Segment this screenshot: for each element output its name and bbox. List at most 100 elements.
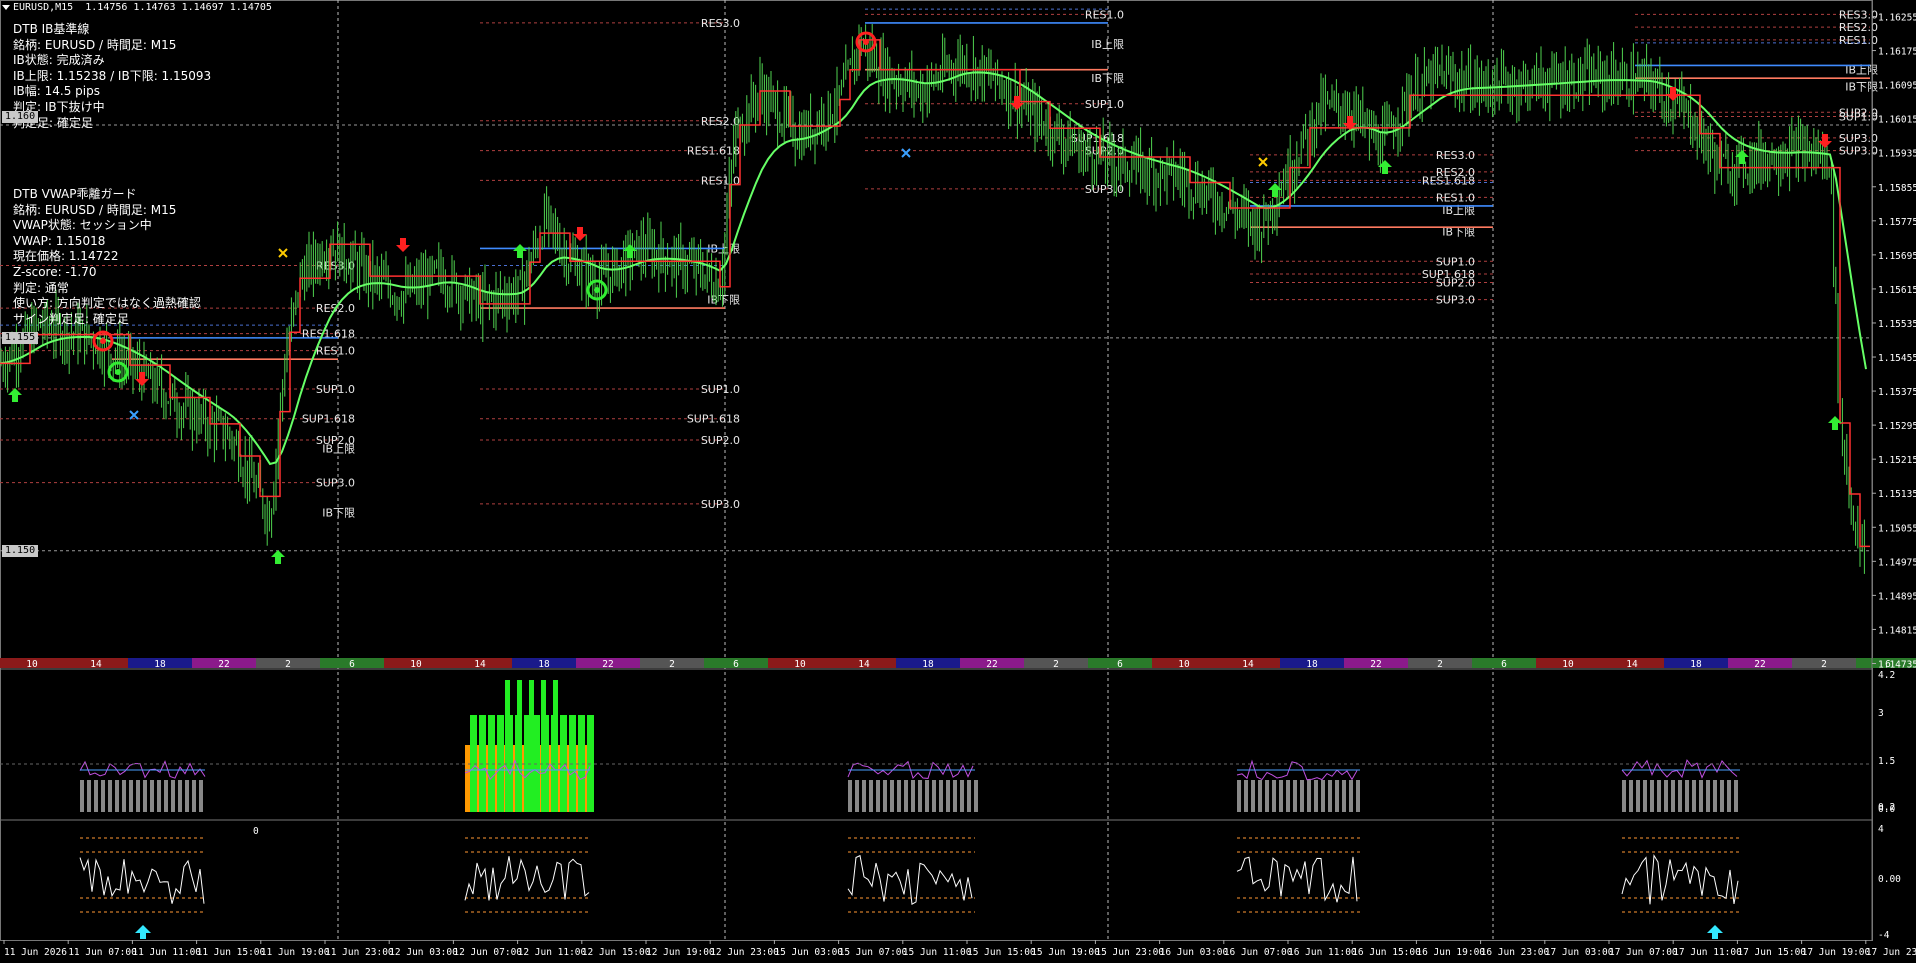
price-tick-label: 1.15375 bbox=[1878, 387, 1916, 398]
ib-panel-mode: 判定足: 確定足 bbox=[13, 115, 93, 130]
histogram-bar bbox=[1643, 780, 1647, 812]
hour-label: 6 bbox=[1501, 659, 1507, 670]
price-tick-label: 1.15295 bbox=[1878, 421, 1916, 432]
histogram-bar bbox=[925, 780, 929, 812]
wheel-hub-icon bbox=[863, 39, 869, 45]
vwap-panel-status: VWAP状態: セッション中 bbox=[13, 218, 152, 233]
hour-label: 18 bbox=[1690, 659, 1702, 670]
price-tick-label: 1.16015 bbox=[1878, 115, 1916, 126]
time-tick-label: 16 Jun 19:00 bbox=[1416, 947, 1485, 958]
histogram-bar bbox=[108, 780, 112, 812]
histogram-bar bbox=[848, 780, 852, 812]
price-tick-label: 1.14895 bbox=[1878, 591, 1916, 602]
ib-panel-judge: 判定: IB下抜け中 bbox=[13, 99, 105, 114]
symbol-label: EURUSD,M15 bbox=[13, 2, 74, 13]
price-tick-label: 1.15055 bbox=[1878, 523, 1916, 534]
sub1-axis-label: 4.2 bbox=[1878, 670, 1895, 681]
sub-window-histogram[interactable] bbox=[0, 680, 1872, 812]
time-tick-label: 16 Jun 15:00 bbox=[1352, 947, 1421, 958]
level-label: SUP2.0 bbox=[701, 434, 740, 447]
time-tick-label: 15 Jun 03:00 bbox=[774, 947, 843, 958]
histogram-bar bbox=[918, 780, 922, 812]
hour-label: 14 bbox=[1242, 659, 1254, 670]
level-label: RES1.0 bbox=[1436, 191, 1475, 204]
ib-info-panel: DTB IB基準線 銘柄: EURUSD / 時間足: M15 IB状態: 完成… bbox=[13, 22, 211, 131]
up-arrow-icon bbox=[8, 388, 22, 402]
time-tick-label: 11 Jun 11:00 bbox=[132, 947, 201, 958]
histogram-bar bbox=[185, 780, 189, 812]
histogram-bar bbox=[129, 780, 133, 812]
price-axis[interactable]: 1.16255 1.16175 1.16095 1.16015 1.15935 1.158… bbox=[1871, 0, 1916, 941]
histogram-bar bbox=[136, 780, 140, 812]
vwap-panel-sign: サイン判定足: 確定足 bbox=[13, 311, 129, 326]
price-marker-box: 1.155 bbox=[2, 331, 39, 344]
sub2-label: 0 bbox=[253, 826, 259, 837]
ib-panel-width: IB幅: 14.5 pips bbox=[13, 84, 100, 99]
histogram-bar bbox=[1720, 780, 1724, 812]
histogram-bar bbox=[553, 680, 558, 812]
cross-icon bbox=[901, 148, 911, 158]
time-tick-label: 11 Jun 15:00 bbox=[197, 947, 266, 958]
hour-label: 22 bbox=[986, 659, 997, 670]
histogram-bar bbox=[1650, 780, 1654, 812]
histogram-bar bbox=[1272, 780, 1276, 812]
sub2-axis-label: -4 bbox=[1878, 930, 1890, 941]
level-label: IB下限 bbox=[1091, 72, 1124, 85]
vwap-panel-zscore: Z-score: -1.70 bbox=[13, 264, 97, 279]
level-label: IB下限 bbox=[1845, 81, 1878, 94]
price-tick-label: 1.15535 bbox=[1878, 319, 1916, 330]
price-tick-label: 1.15695 bbox=[1878, 251, 1916, 262]
histogram-bar bbox=[1699, 780, 1703, 812]
vwap-panel-vwap: VWAP: 1.15018 bbox=[13, 233, 106, 248]
time-tick-label: 16 Jun 07:00 bbox=[1224, 947, 1293, 958]
level-label: IB上限 bbox=[1091, 38, 1124, 51]
histogram-bar bbox=[862, 780, 866, 812]
wheel-hub-icon bbox=[100, 338, 106, 344]
cross-icon bbox=[1258, 157, 1268, 167]
level-label: RES3.0 bbox=[1436, 149, 1475, 162]
hour-label: 22 bbox=[1370, 659, 1381, 670]
hour-label: 22 bbox=[602, 659, 613, 670]
hour-label: 10 bbox=[794, 659, 806, 670]
histogram-bar bbox=[1636, 780, 1640, 812]
histogram-bar bbox=[967, 780, 971, 812]
sub1-axis-label: 3 bbox=[1878, 708, 1884, 719]
hour-label: 22 bbox=[1754, 659, 1765, 670]
price-tick-label: 1.15215 bbox=[1878, 455, 1916, 466]
histogram-bar bbox=[1307, 780, 1311, 812]
chart-frame bbox=[0, 0, 1873, 941]
ohlc-values: 1.14756 1.14763 1.14697 1.14705 bbox=[85, 2, 272, 13]
signal-marks bbox=[8, 31, 1842, 564]
level-label: SUP2.0 bbox=[1436, 277, 1475, 290]
time-tick-label: 17 Jun 07:00 bbox=[1609, 947, 1678, 958]
time-axis[interactable]: 11 Jun 2026 11 Jun 07:0011 Jun 11:0011 Ju… bbox=[3, 940, 1916, 958]
trading-chart[interactable]: RES3.0 RES2.0 RES1.618 RES1.0 IB上限 IB下限 SUP1.0… bbox=[0, 0, 1916, 963]
vwap-info-panel: DTB VWAP乖離ガード 銘柄: EURUSD / 時間足: M15 VWAP… bbox=[13, 187, 201, 327]
level-label: SUP3.0 bbox=[316, 477, 355, 490]
chart-header[interactable]: EURUSD,M15 1.14756 1.14763 1.14697 1.147… bbox=[2, 2, 272, 13]
session-hour-bar: 10 14 18 22 2 6 10 14 18 22 2 6 10 14 18 22 2 6 10 14 18 22 2 6… bbox=[0, 658, 1916, 670]
level-label: RES1.0 bbox=[1085, 8, 1124, 21]
hour-label: 10 bbox=[410, 659, 422, 670]
histogram-bar bbox=[897, 780, 901, 812]
zscore-line bbox=[79, 857, 205, 904]
cross-icon bbox=[129, 410, 139, 420]
time-tick-label: 17 Jun 15:00 bbox=[1737, 947, 1806, 958]
time-tick-label: 16 Jun 23:00 bbox=[1481, 947, 1550, 958]
price-tick-label: 1.14815 bbox=[1878, 625, 1916, 636]
level-label: RES1.0 bbox=[316, 345, 355, 358]
menu-triangle-icon[interactable] bbox=[2, 4, 10, 10]
sub-window-zscore[interactable]: 0 bbox=[79, 826, 1740, 939]
level-label: SUP1.0 bbox=[1436, 255, 1475, 268]
time-tick-label: 12 Jun 19:00 bbox=[646, 947, 715, 958]
level-label: RES1.618 bbox=[1422, 174, 1475, 187]
ib-panel-bounds: IB上限: 1.15238 / IB下限: 1.15093 bbox=[13, 68, 212, 83]
hour-label: 10 bbox=[1562, 659, 1574, 670]
hour-label: 2 bbox=[1821, 659, 1827, 670]
time-tick-label: 15 Jun 07:00 bbox=[839, 947, 908, 958]
hour-label: 22 bbox=[218, 659, 229, 670]
hour-label: 18 bbox=[922, 659, 934, 670]
price-tick-label: 1.16255 bbox=[1878, 13, 1916, 24]
histogram-bar bbox=[1678, 780, 1682, 812]
level-label: SUP1.0 bbox=[316, 383, 355, 396]
